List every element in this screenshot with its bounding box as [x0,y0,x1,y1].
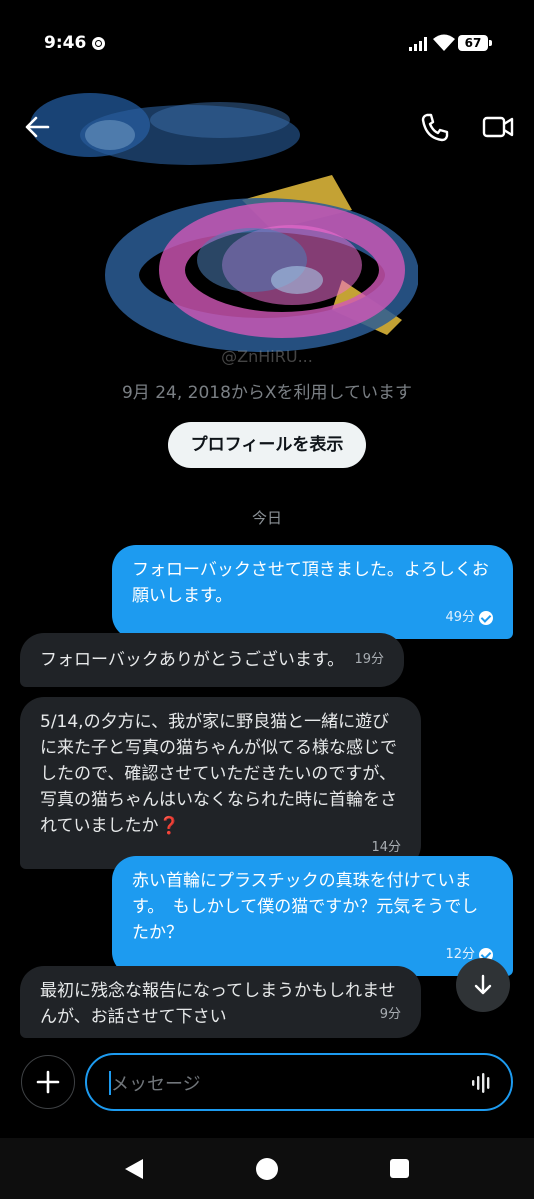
view-profile-button[interactable]: プロフィールを表示 [168,422,366,468]
plus-icon [36,1070,60,1094]
message-time: 49分 [445,610,475,625]
arrow-down-icon [474,974,492,995]
profile-avatar [105,175,418,352]
battery-icon: 67 [458,35,492,51]
message-bubble-incoming[interactable]: フォローバックありがとうございます。 19分 [20,633,404,687]
message-meta: 49分 [132,609,493,627]
header-avatar-blurred [30,93,300,165]
message-bubble-outgoing[interactable]: 赤い首輪にプラスチックの真珠を付けています。 もしかして僕の猫ですか？元気そうで… [112,856,513,976]
chrome-icon [92,37,105,50]
signal-icon [409,37,427,51]
add-attachment-button[interactable] [21,1055,75,1109]
system-navigation-bar [0,1138,534,1199]
nav-recents-icon[interactable] [390,1159,409,1178]
message-time: 14分 [371,840,401,855]
message-meta: 12分 [132,946,493,964]
profile-joined-date: 9月 24, 2018からXを利用しています [121,383,413,403]
message-meta: 14分 [40,839,401,857]
scroll-to-bottom-button[interactable] [456,958,510,1012]
message-text: 赤い首輪にプラスチックの真珠を付けています。 もしかして僕の猫ですか？元気そうで… [132,871,479,943]
voice-message-icon[interactable] [471,1072,493,1094]
wifi-icon [433,34,455,51]
profile-handle: @ZnHiRU... [221,347,313,366]
message-input-placeholder: メッセージ [111,1074,201,1095]
nav-back-icon[interactable] [123,1157,145,1181]
message-text: 5/14,の夕方に、我が家に野良猫と一緒に遊びに来た子と写真の猫ちゃんが似てる様… [40,712,397,836]
message-text: フォローバックさせて頂きました。よろしくお願いします。 [132,560,489,606]
date-divider: 今日 [251,509,282,527]
message-text: フォローバックありがとうございます。 [40,650,345,670]
read-check-icon [479,611,493,625]
dm-conversation-screen: 9:46 67 @ZnHiRU... 9月 24, 2018からXを利用していま… [0,0,534,1199]
message-bubble-outgoing[interactable]: フォローバックさせて頂きました。よろしくお願いします。 49分 [112,545,513,639]
message-bubble-incoming[interactable]: 5/14,の夕方に、我が家に野良猫と一緒に遊びに来た子と写真の猫ちゃんが似てる様… [20,697,421,869]
message-time: 9分 [379,1007,401,1022]
message-input[interactable]: メッセージ [85,1053,513,1111]
status-bar: 9:46 67 [0,0,534,90]
status-time: 9:46 [44,33,87,53]
nav-home-icon[interactable] [256,1158,278,1180]
back-arrow-icon[interactable] [20,110,54,144]
message-bubble-incoming[interactable]: 最初に残念な報告になってしまうかもしれませんが、お話させて下さい 9分 [20,966,421,1038]
phone-call-icon[interactable] [418,110,452,144]
video-call-icon[interactable] [481,112,515,142]
message-time: 19分 [354,652,384,667]
